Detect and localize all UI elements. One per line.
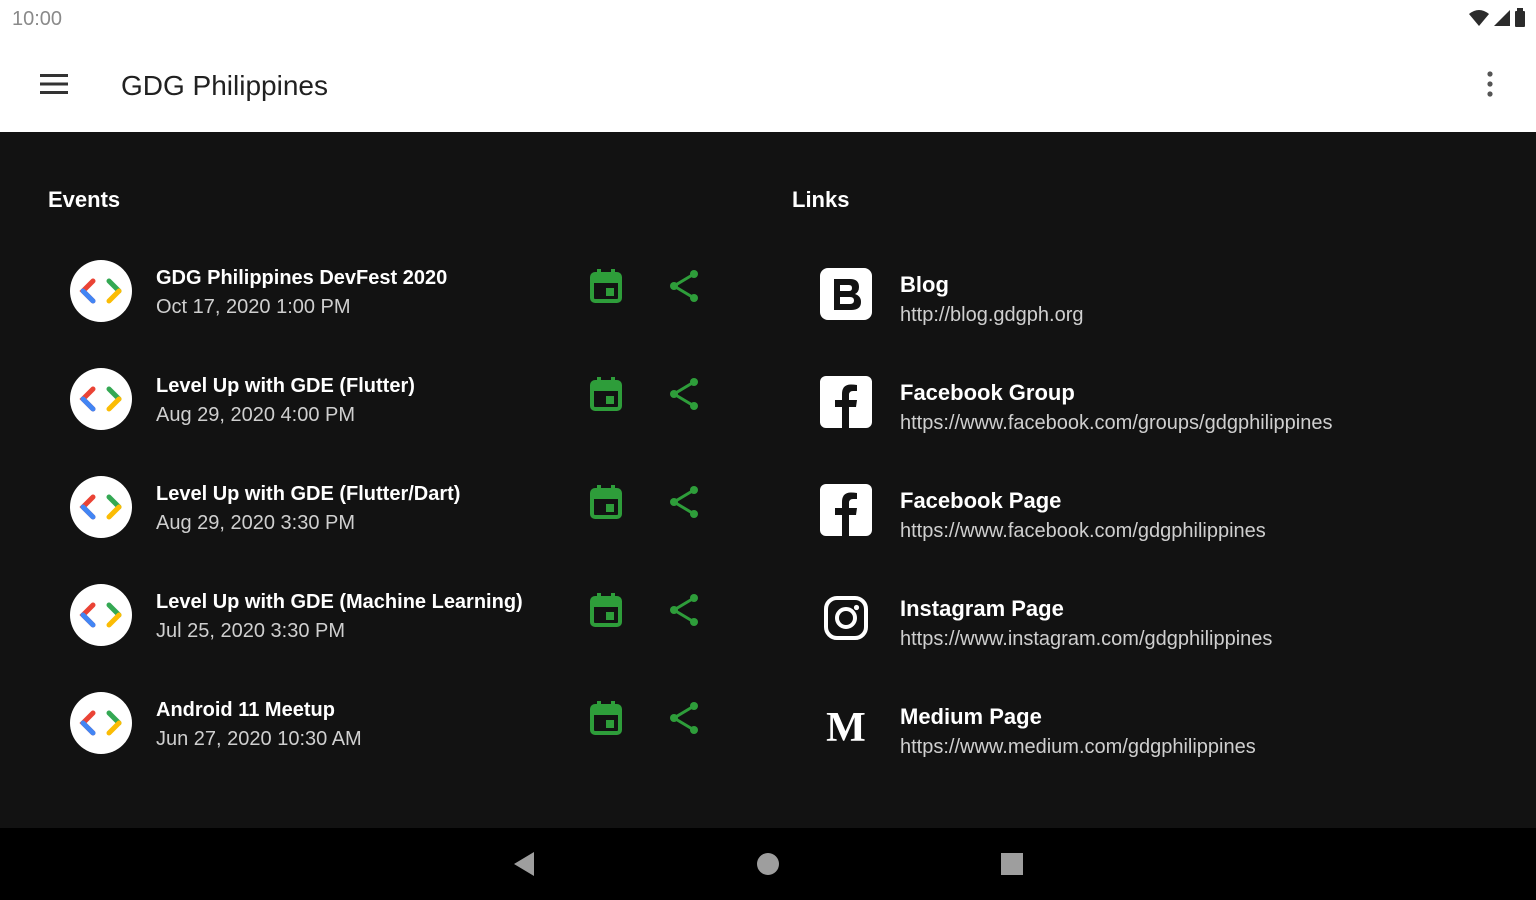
add-to-calendar-button[interactable] bbox=[584, 372, 628, 416]
events-heading: Events bbox=[48, 187, 121, 212]
hamburger-menu-icon bbox=[40, 74, 68, 94]
calendar-icon bbox=[590, 701, 622, 735]
link-name: Facebook Page bbox=[900, 488, 1062, 513]
link-name: Instagram Page bbox=[900, 596, 1064, 621]
main-content: Events Links GDG Philippines DevFest 202… bbox=[0, 132, 1536, 828]
gdg-logo-icon bbox=[70, 260, 132, 322]
share-button[interactable] bbox=[662, 588, 706, 632]
share-icon bbox=[670, 378, 698, 410]
link-url: https://www.instagram.com/gdgphilippines bbox=[900, 628, 1273, 650]
event-item[interactable]: Level Up with GDE (Flutter) Aug 29, 2020… bbox=[48, 348, 738, 456]
event-item[interactable]: GDG Philippines DevFest 2020 Oct 17, 202… bbox=[48, 240, 738, 348]
links-heading: Links bbox=[792, 187, 850, 212]
event-date: Jun 27, 2020 10:30 AM bbox=[156, 728, 362, 750]
link-item-facebook-page[interactable]: Facebook Page https://www.facebook.com/g… bbox=[800, 456, 1520, 564]
recents-square-icon bbox=[1001, 853, 1023, 875]
add-to-calendar-button[interactable] bbox=[584, 588, 628, 632]
event-item[interactable]: Level Up with GDE (Machine Learning) Jul… bbox=[48, 564, 738, 672]
signal-icon bbox=[1494, 10, 1510, 26]
event-date: Aug 29, 2020 4:00 PM bbox=[156, 404, 356, 426]
home-button[interactable] bbox=[746, 842, 790, 886]
link-name: Medium Page bbox=[900, 704, 1042, 729]
back-triangle-icon bbox=[514, 852, 534, 876]
event-name: GDG Philippines DevFest 2020 bbox=[156, 267, 448, 289]
link-url: https://www.medium.com/gdgphilippines bbox=[900, 736, 1256, 758]
wifi-icon bbox=[1469, 10, 1489, 26]
link-item-instagram-page[interactable]: Instagram Page https://www.instagram.com… bbox=[800, 564, 1520, 672]
home-circle-icon bbox=[757, 853, 779, 875]
event-date: Jul 25, 2020 3:30 PM bbox=[156, 620, 346, 642]
share-icon bbox=[670, 702, 698, 734]
share-button[interactable] bbox=[662, 264, 706, 308]
share-button[interactable] bbox=[662, 372, 706, 416]
svg-text:M: M bbox=[826, 705, 866, 751]
calendar-icon bbox=[590, 269, 622, 303]
link-name: Blog bbox=[900, 272, 949, 297]
share-icon bbox=[670, 270, 698, 302]
share-icon bbox=[670, 486, 698, 518]
back-button[interactable] bbox=[502, 842, 546, 886]
instagram-icon bbox=[818, 590, 874, 646]
calendar-icon bbox=[590, 593, 622, 627]
link-url: https://www.facebook.com/gdgphilippines bbox=[900, 520, 1266, 542]
gdg-logo-icon bbox=[70, 368, 132, 430]
gdg-logo-icon bbox=[70, 692, 132, 754]
link-item-medium-page[interactable]: M Medium Page https://www.medium.com/gdg… bbox=[800, 672, 1520, 780]
link-url: https://www.facebook.com/groups/gdgphili… bbox=[900, 412, 1333, 434]
link-url: http://blog.gdgph.org bbox=[900, 304, 1084, 326]
add-to-calendar-button[interactable] bbox=[584, 696, 628, 740]
medium-icon: M bbox=[818, 698, 874, 754]
link-item-facebook-group[interactable]: Facebook Group https://www.facebook.com/… bbox=[800, 348, 1520, 456]
share-icon bbox=[670, 594, 698, 626]
event-name: Level Up with GDE (Flutter) bbox=[156, 375, 415, 397]
share-button[interactable] bbox=[662, 696, 706, 740]
link-item-blog[interactable]: Blog http://blog.gdgph.org bbox=[800, 240, 1520, 348]
gdg-logo-icon bbox=[70, 584, 132, 646]
event-name: Level Up with GDE (Flutter/Dart) bbox=[156, 483, 461, 505]
event-name: Level Up with GDE (Machine Learning) bbox=[156, 591, 523, 613]
facebook-icon bbox=[818, 374, 874, 430]
status-time: 10:00 bbox=[12, 8, 63, 30]
calendar-icon bbox=[590, 377, 622, 411]
event-date: Aug 29, 2020 3:30 PM bbox=[156, 512, 356, 534]
battery-icon bbox=[1515, 8, 1525, 27]
add-to-calendar-button[interactable] bbox=[584, 480, 628, 524]
blogger-icon bbox=[818, 266, 874, 322]
gdg-logo-icon bbox=[70, 476, 132, 538]
facebook-icon bbox=[818, 482, 874, 538]
event-item[interactable]: Level Up with GDE (Flutter/Dart) Aug 29,… bbox=[48, 456, 738, 564]
navigation-bar bbox=[0, 828, 1536, 900]
event-item[interactable]: Android 11 Meetup Jun 27, 2020 10:30 AM bbox=[48, 672, 738, 780]
share-button[interactable] bbox=[662, 480, 706, 524]
menu-button[interactable] bbox=[30, 60, 78, 108]
app-bar: GDG Philippines bbox=[0, 38, 1536, 132]
event-date: Oct 17, 2020 1:00 PM bbox=[156, 296, 351, 318]
overflow-menu-button[interactable] bbox=[1466, 60, 1514, 108]
recents-button[interactable] bbox=[990, 842, 1034, 886]
more-vert-icon bbox=[1487, 71, 1493, 97]
link-name: Facebook Group bbox=[900, 380, 1075, 405]
calendar-icon bbox=[590, 485, 622, 519]
add-to-calendar-button[interactable] bbox=[584, 264, 628, 308]
event-name: Android 11 Meetup bbox=[156, 699, 335, 721]
status-bar: 10:00 bbox=[0, 0, 1536, 38]
app-title: GDG Philippines bbox=[121, 70, 328, 101]
status-icons bbox=[1468, 8, 1526, 28]
